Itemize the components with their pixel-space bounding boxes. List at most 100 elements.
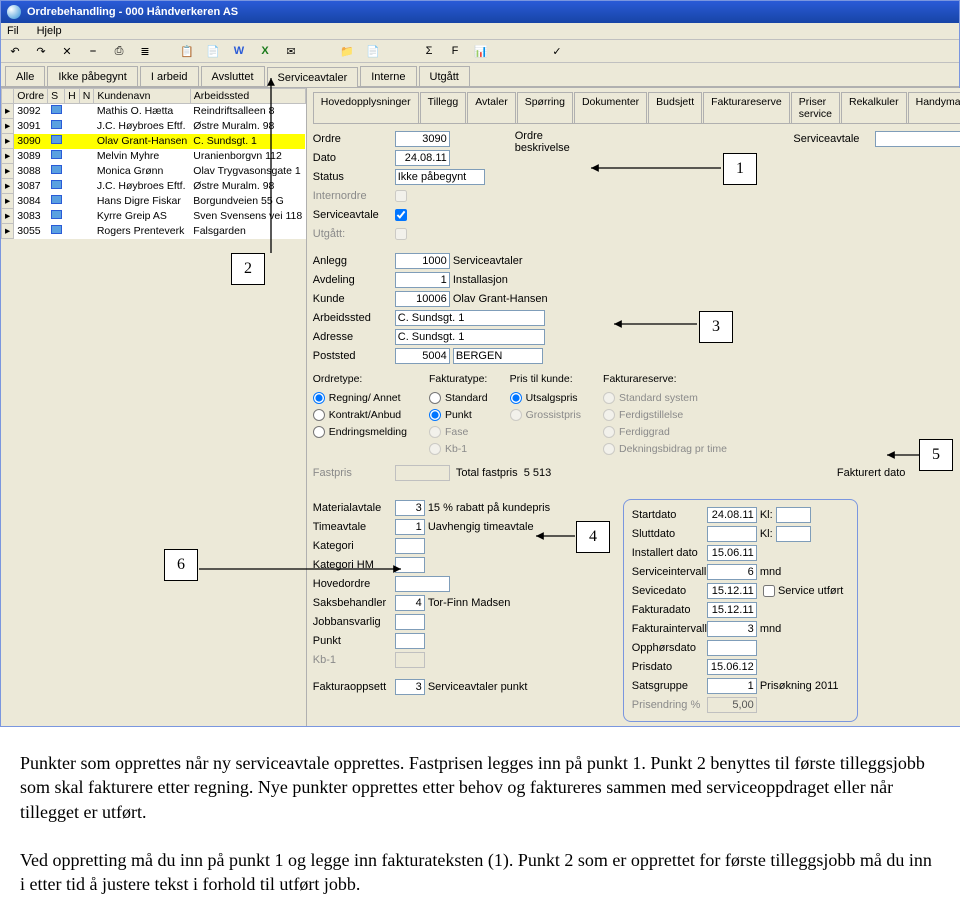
input-saksbehandler[interactable] [395, 595, 425, 611]
lbl-prisendring: Prisendring % [632, 699, 707, 711]
tb-word-icon[interactable]: W [231, 43, 247, 59]
input-startdato[interactable] [707, 507, 757, 523]
radio-punkt[interactable] [429, 409, 441, 421]
input-sluttdato[interactable] [707, 526, 757, 542]
detail-tab[interactable]: Handyman [908, 92, 960, 123]
input-ordre[interactable] [395, 131, 450, 147]
lbl-jobbansvarlig: Jobbansvarlig [313, 616, 395, 628]
table-row[interactable]: ▸3090Olav Grant-HansenC. Sundsgt. 1 [2, 134, 306, 149]
detail-tab[interactable]: Avtaler [467, 92, 516, 123]
radio-regning[interactable] [313, 392, 325, 404]
input-kunde[interactable] [395, 291, 450, 307]
input-punkt[interactable] [395, 633, 425, 649]
input-installert[interactable] [707, 545, 757, 561]
lbl-avdeling: Avdeling [313, 274, 395, 286]
grid-header[interactable]: N [79, 89, 94, 104]
input-fakturaoppsett[interactable] [395, 679, 425, 695]
table-row[interactable]: ▸3089Melvin MyhreUranienborgvn 112 [2, 149, 306, 164]
input-sevicedato[interactable] [707, 583, 757, 599]
tb-folder-icon[interactable]: 📁 [339, 43, 355, 59]
input-kl1[interactable] [776, 507, 811, 523]
grid-header[interactable]: S [48, 89, 65, 104]
input-jobbansvarlig[interactable] [395, 614, 425, 630]
input-serviceintervall[interactable] [707, 564, 757, 580]
tab-i-arbeid[interactable]: I arbeid [140, 66, 199, 86]
txt-fakturaoppsett: Serviceavtaler punkt [428, 681, 528, 693]
tab-avsluttet[interactable]: Avsluttet [201, 66, 265, 86]
grid-header[interactable]: Ordre [14, 89, 48, 104]
tb-undo-icon[interactable]: ↶ [7, 43, 23, 59]
tb-mail-icon[interactable]: ✉ [283, 43, 299, 59]
chk-serviceavtale[interactable] [395, 209, 407, 221]
detail-tab[interactable]: Budsjett [648, 92, 702, 123]
tb-chart-icon[interactable]: 📊 [473, 43, 489, 59]
detail-tab[interactable]: Hovedopplysninger [313, 92, 419, 123]
input-arbeidssted[interactable] [395, 310, 545, 326]
txt-kunde: Olav Grant-Hansen [453, 293, 548, 305]
input-opphorsdato[interactable] [707, 640, 757, 656]
grid-header[interactable]: H [65, 89, 80, 104]
input-prisdato[interactable] [707, 659, 757, 675]
chk-service-utfort[interactable] [763, 585, 775, 597]
menu-help[interactable]: Hjelp [37, 25, 62, 37]
tb-close-icon[interactable]: ✕ [59, 43, 75, 59]
tb-copy-icon[interactable]: 📋 [179, 43, 195, 59]
input-kl2[interactable] [776, 526, 811, 542]
input-status[interactable] [395, 169, 485, 185]
tab-ikke-pabegynt[interactable]: Ikke påbegynt [47, 66, 138, 86]
tb-f-icon[interactable]: F [447, 43, 463, 59]
input-dato[interactable] [395, 150, 450, 166]
table-row[interactable]: ▸3083Kyrre Greip ASSven Svensens vei 118 [2, 209, 306, 224]
radio-standard[interactable] [429, 392, 441, 404]
lbl-serviceintervall: Serviceintervall [632, 566, 707, 578]
input-fakturaintervall[interactable] [707, 621, 757, 637]
radio-kontrakt[interactable] [313, 409, 325, 421]
table-row[interactable]: ▸3087J.C. Høybroes Eftf.Østre Muralm. 98 [2, 179, 306, 194]
lbl-materialavtale: Materialavtale [313, 502, 395, 514]
menu-file[interactable]: Fil [7, 25, 19, 37]
input-satsgruppe[interactable] [707, 678, 757, 694]
lbl-saksbehandler: Saksbehandler [313, 597, 395, 609]
grid-header[interactable] [2, 89, 14, 104]
tb-excel-icon[interactable]: X [257, 43, 273, 59]
tab-utgatt[interactable]: Utgått [419, 66, 470, 86]
tab-alle[interactable]: Alle [5, 66, 45, 86]
detail-tab[interactable]: Dokumenter [574, 92, 647, 123]
detail-tab[interactable]: Fakturareserve [703, 92, 790, 123]
input-poststed-txt[interactable] [453, 348, 543, 364]
lbl-timeavtale: Timeavtale [313, 521, 395, 533]
input-kategori[interactable] [395, 538, 425, 554]
tb-sigma-icon[interactable]: Σ [421, 43, 437, 59]
input-adresse[interactable] [395, 329, 545, 345]
input-timeavtale[interactable] [395, 519, 425, 535]
table-row[interactable]: ▸3055Rogers PrenteverkFalsgarden [2, 224, 306, 239]
tb-print-icon[interactable]: ⎙ [111, 43, 127, 59]
radio-utsalgspris[interactable] [510, 392, 522, 404]
callout-3: 3 [699, 311, 733, 343]
grid-header[interactable]: Kundenavn [94, 89, 190, 104]
input-serviceavtale-field[interactable] [875, 131, 960, 147]
input-materialavtale[interactable] [395, 500, 425, 516]
tb-page2-icon[interactable]: 📄 [365, 43, 381, 59]
detail-tab[interactable]: Rekalkuler [841, 92, 907, 123]
table-row[interactable]: ▸3091J.C. Høybroes Eftf.Østre Muralm. 98 [2, 119, 306, 134]
grid-header[interactable]: Arbeidssted [190, 89, 305, 104]
tab-interne[interactable]: Interne [360, 66, 416, 86]
radio-endring[interactable] [313, 426, 325, 438]
tb-check-icon[interactable]: ✓ [549, 43, 565, 59]
table-row[interactable]: ▸3088Monica GrønnOlav Trygvasonsgate 1 [2, 164, 306, 179]
input-poststed-nr[interactable] [395, 348, 450, 364]
detail-tab[interactable]: Priser service [791, 92, 840, 123]
detail-tab[interactable]: Spørring [517, 92, 573, 123]
detail-tab[interactable]: Tillegg [420, 92, 467, 123]
lbl-sevicedato: Sevicedato [632, 585, 707, 597]
tb-list-icon[interactable]: ≣ [137, 43, 153, 59]
table-row[interactable]: ▸3092Mathis O. HættaReindriftsalleen 8 [2, 104, 306, 119]
tb-doc-icon[interactable]: ⎯ [85, 43, 101, 59]
tb-page-icon[interactable]: 📄 [205, 43, 221, 59]
table-row[interactable]: ▸3084Hans Digre FiskarBorgundveien 55 G [2, 194, 306, 209]
input-fakturadato[interactable] [707, 602, 757, 618]
input-avdeling[interactable] [395, 272, 450, 288]
tb-redo-icon[interactable]: ↷ [33, 43, 49, 59]
input-anlegg[interactable] [395, 253, 450, 269]
